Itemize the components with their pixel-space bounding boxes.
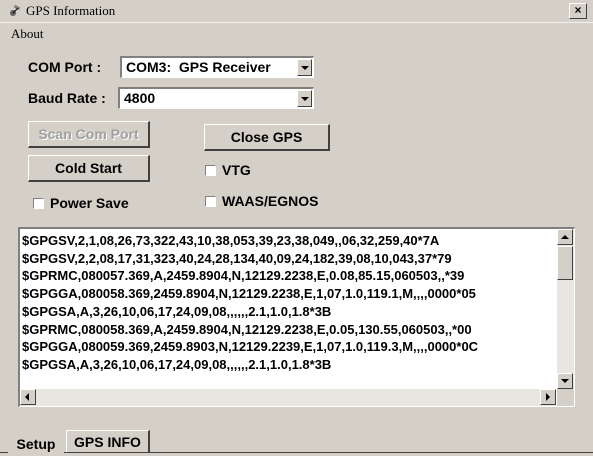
log-line: $GPRMC,080057.369,A,2459.8904,N,12129.22… — [22, 268, 465, 284]
nmea-log-textarea[interactable]: $GPGSV,2,1,08,26,73,322,43,10,38,053,39,… — [18, 227, 575, 407]
log-line: $GPGGA,080058.369,2459.8904,N,12129.2238… — [22, 286, 476, 302]
power-save-checkbox[interactable]: Power Save — [33, 195, 129, 211]
vertical-scroll-thumb[interactable] — [557, 246, 573, 280]
cold-start-button[interactable]: Cold Start — [28, 155, 150, 182]
com-port-value: COM3: GPS Receiver — [126, 59, 271, 75]
checkbox-box[interactable] — [205, 164, 216, 176]
waas-egnos-checkbox[interactable]: WAAS/EGNOS — [205, 193, 318, 209]
scan-com-port-button[interactable]: Scan Com Port — [28, 121, 150, 148]
baud-rate-select[interactable]: 4800 — [118, 87, 314, 109]
close-window-button[interactable]: × — [569, 3, 587, 19]
window-title: GPS Information — [26, 3, 116, 18]
menu-about[interactable]: About — [11, 26, 44, 42]
baud-rate-value: 4800 — [124, 90, 156, 106]
com-port-label: COM Port : — [28, 59, 102, 75]
waas-egnos-label: WAAS/EGNOS — [222, 193, 319, 209]
log-line: $GPGSV,2,2,08,17,31,323,40,24,28,134,40,… — [22, 250, 452, 266]
baud-rate-label: Baud Rate : — [28, 90, 106, 106]
log-line: $GPGSA,A,3,26,10,06,17,24,09,08,,,,,,2.1… — [22, 356, 332, 372]
vertical-scrollbar[interactable] — [557, 229, 574, 389]
log-line: $GPGSA,A,3,26,10,06,17,24,09,08,,,,,,2.1… — [22, 303, 332, 319]
log-line: $GPGSV,2,1,08,26,73,322,43,10,38,053,39,… — [22, 233, 440, 248]
scroll-down-icon[interactable] — [557, 373, 573, 389]
close-gps-button[interactable]: Close GPS — [204, 124, 330, 151]
horizontal-scrollbar[interactable] — [20, 389, 556, 406]
checkbox-box[interactable] — [205, 195, 216, 207]
nmea-log-lines: $GPGSV,2,1,08,26,73,322,43,10,38,053,39,… — [22, 232, 552, 372]
vtg-label: VTG — [222, 162, 251, 178]
satellite-icon — [8, 4, 22, 18]
scrollbar-corner — [557, 389, 574, 406]
scroll-right-icon[interactable] — [540, 389, 556, 405]
menu-bar: About — [0, 24, 593, 42]
tab-gps-info[interactable]: GPS INFO — [66, 430, 150, 452]
tab-strip-line — [0, 452, 593, 453]
scroll-up-icon[interactable] — [557, 229, 573, 245]
com-port-select[interactable]: COM3: GPS Receiver — [120, 56, 314, 78]
chevron-down-icon[interactable] — [297, 59, 312, 76]
close-icon: × — [574, 3, 582, 17]
checkbox-box[interactable] — [33, 197, 44, 209]
log-line: $GPGGA,080059.369,2459.8903,N,12129.2239… — [22, 339, 479, 355]
power-save-label: Power Save — [50, 195, 129, 211]
scroll-left-icon[interactable] — [20, 389, 36, 405]
log-line: $GPRMC,080058.369,A,2459.8904,N,12129.22… — [22, 321, 472, 337]
tab-setup[interactable]: Setup — [8, 432, 64, 456]
chevron-down-icon[interactable] — [297, 90, 312, 107]
title-bar: GPS Information × — [0, 0, 593, 23]
vtg-checkbox[interactable]: VTG — [205, 162, 251, 178]
